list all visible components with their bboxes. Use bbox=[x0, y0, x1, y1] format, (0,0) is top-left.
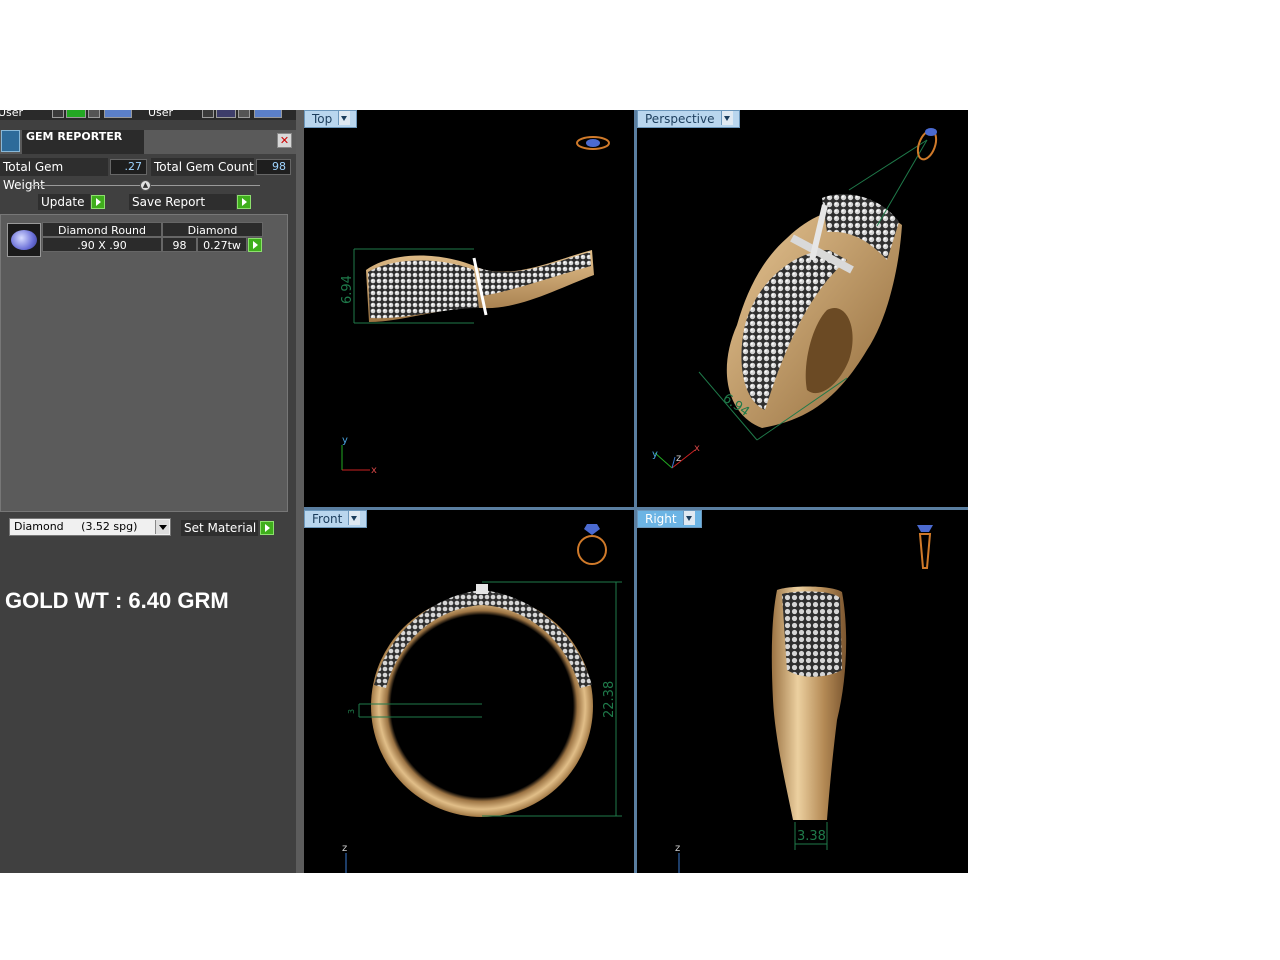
user-info-icon[interactable] bbox=[254, 110, 282, 118]
save-report-go-icon[interactable] bbox=[237, 195, 251, 209]
viewport-top[interactable]: 6.94 y x Top bbox=[304, 110, 634, 507]
viewport-front[interactable]: 22.38 3 z Front bbox=[304, 510, 634, 873]
perspective-axis-z: z bbox=[676, 453, 681, 464]
tab-top-viewport[interactable]: Top bbox=[304, 110, 358, 128]
front-axis-z: z bbox=[342, 843, 347, 854]
user-color-swatch[interactable] bbox=[66, 110, 86, 118]
left-panel: User 28 User 32 GEM REPORTER ✕ Total Gem… bbox=[0, 110, 296, 873]
gem-reporter-title: GEM REPORTER bbox=[22, 130, 144, 154]
user-info-icon[interactable] bbox=[104, 110, 132, 118]
gem-weight-cell: 0.27tw bbox=[197, 237, 247, 252]
top-view-render: 6.94 y x bbox=[340, 136, 610, 476]
user-play-button[interactable] bbox=[202, 110, 214, 118]
tab-front-viewport[interactable]: Front bbox=[304, 510, 368, 528]
total-gem-weight-value: .27 bbox=[110, 159, 147, 175]
user-lock-icon[interactable] bbox=[238, 110, 250, 118]
size-slider-handle[interactable]: ▲ bbox=[140, 180, 151, 191]
gem-list: Diamond Round Diamond .90 X .90 98 0.27t… bbox=[0, 214, 288, 512]
chevron-down-icon[interactable] bbox=[348, 511, 361, 525]
user-group-1-label: User 28 bbox=[0, 110, 24, 120]
gem-material-header: Diamond bbox=[162, 222, 263, 237]
front-view-render: 22.38 3 z bbox=[342, 524, 622, 873]
update-go-icon[interactable] bbox=[91, 195, 105, 209]
user-play-button[interactable] bbox=[52, 110, 64, 118]
gem-count-cell: 98 bbox=[162, 237, 197, 252]
close-icon[interactable]: ✕ bbox=[277, 133, 292, 148]
tab-perspective-viewport[interactable]: Perspective bbox=[637, 110, 740, 128]
user-color-swatch[interactable] bbox=[216, 110, 236, 118]
user-lock-icon[interactable] bbox=[88, 110, 100, 118]
gem-reporter-icon bbox=[1, 130, 20, 152]
save-report-button[interactable]: Save Report bbox=[129, 194, 236, 210]
viewport-right[interactable]: 3.38 z Right bbox=[637, 510, 968, 873]
gold-weight-text: GOLD WT : 6.40 GRM bbox=[5, 588, 229, 613]
perspective-axis-y: y bbox=[652, 449, 658, 460]
perspective-view-render: 6.94 y z x bbox=[652, 128, 938, 469]
material-select[interactable]: Diamond (3.52 spg) bbox=[9, 518, 171, 536]
right-axis-z: z bbox=[675, 843, 680, 854]
top-axis-x: x bbox=[371, 465, 377, 476]
viewport-front-label: Front bbox=[312, 512, 343, 526]
diamond-round-thumbnail[interactable] bbox=[7, 223, 41, 257]
top-dimension-label: 6.94 bbox=[340, 275, 355, 304]
top-axis-y: y bbox=[342, 435, 348, 446]
material-select-value: Diamond (3.52 spg) bbox=[14, 520, 138, 533]
set-material-button[interactable]: Set Material bbox=[181, 520, 258, 536]
panel-splitter[interactable] bbox=[296, 110, 304, 873]
gem-select-go-icon[interactable] bbox=[248, 238, 262, 252]
viewport-top-label: Top bbox=[312, 112, 333, 126]
perspective-axis-x: x bbox=[694, 443, 700, 454]
front-dimension-small: 3 bbox=[347, 709, 356, 714]
right-view-render: 3.38 z bbox=[675, 525, 933, 873]
total-gem-count-label: Total Gem Count bbox=[151, 158, 254, 176]
user-group-2-label: User 32 bbox=[148, 110, 174, 120]
chevron-down-icon[interactable] bbox=[338, 111, 351, 125]
user-toolbar: User 28 User 32 bbox=[0, 110, 296, 120]
chevron-down-icon[interactable] bbox=[720, 111, 733, 125]
gem-reporter-header: GEM REPORTER ✕ bbox=[0, 130, 296, 154]
set-material-go-icon[interactable] bbox=[260, 521, 274, 535]
right-dimension-width: 3.38 bbox=[797, 829, 826, 844]
total-gem-count-value: 98 bbox=[256, 159, 291, 175]
viewport-right-label: Right bbox=[645, 512, 677, 526]
chevron-down-icon[interactable] bbox=[155, 520, 169, 534]
gold-weight-label: GOLD WT : 6.40 GRM bbox=[5, 588, 229, 614]
front-dimension-height: 22.38 bbox=[602, 681, 617, 718]
total-gem-weight-label: Total Gem Weight bbox=[0, 158, 108, 192]
viewport-perspective-label: Perspective bbox=[645, 112, 715, 126]
viewport-divider-vertical[interactable] bbox=[634, 110, 637, 873]
gem-shape-header: Diamond Round bbox=[42, 222, 162, 237]
chevron-down-icon[interactable] bbox=[682, 511, 695, 525]
update-button[interactable]: Update bbox=[38, 194, 90, 210]
viewport-perspective[interactable]: 6.94 y z x Perspective bbox=[637, 110, 968, 507]
tab-right-viewport[interactable]: Right bbox=[637, 510, 702, 528]
rhino-app-window: User 28 User 32 GEM REPORTER ✕ Total Gem… bbox=[0, 110, 968, 873]
gem-size-cell: .90 X .90 bbox=[42, 237, 162, 252]
